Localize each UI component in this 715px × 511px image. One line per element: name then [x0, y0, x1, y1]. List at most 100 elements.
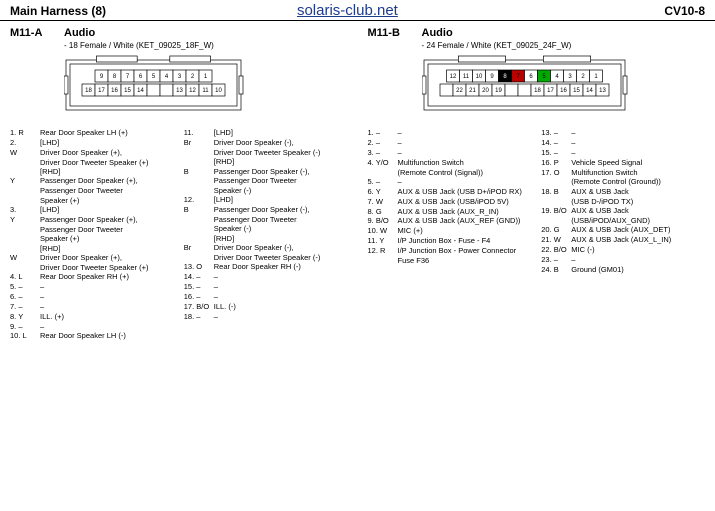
pin-desc-continuation: Driver Door Tweeter Speaker (+): [40, 158, 176, 167]
svg-text:18: 18: [85, 88, 92, 94]
svg-text:17: 17: [98, 88, 105, 94]
pin-desc-continuation: Passenger Door Tweeter: [214, 215, 350, 224]
pin-desc: MIC (-): [571, 245, 707, 254]
pin-row: 10. LRear Door Speaker LH (-): [10, 331, 176, 340]
pin-desc: –: [214, 292, 350, 301]
connector-a-pinlist: 1. RRear Door Speaker LH (+)2.[LHD] WDri…: [10, 128, 350, 341]
pin-desc: –: [571, 128, 707, 137]
pin-desc: –: [40, 322, 176, 331]
pin-desc-continuation: Fuse F36: [398, 256, 534, 265]
pin-number: 12.: [184, 195, 214, 204]
pin-number: Y: [10, 215, 40, 224]
pin-desc: –: [398, 138, 534, 147]
pin-row: 8. GAUX & USB Jack (AUX_R_IN): [368, 207, 534, 216]
pin-desc-continuation: Speaker (+): [40, 234, 176, 243]
pin-desc: [LHD]: [40, 205, 176, 214]
pin-row: 18. BAUX & USB Jack: [541, 187, 707, 196]
pin-desc-continuation: Driver Door Tweeter Speaker (-): [214, 148, 350, 157]
pin-desc: Driver Door Speaker (+),: [40, 253, 176, 262]
pin-number: 20. G: [541, 225, 571, 234]
pin-row: 5. ––: [368, 177, 534, 186]
pin-desc: ILL. (+): [40, 312, 176, 321]
pin-desc: –: [571, 138, 707, 147]
svg-text:15: 15: [573, 88, 580, 94]
pin-desc: MIC (+): [398, 226, 534, 235]
pin-row: 5. ––: [10, 282, 176, 291]
pin-row: 22. B/OMIC (-): [541, 245, 707, 254]
svg-text:13: 13: [599, 88, 606, 94]
pin-row: BPassenger Door Speaker (-),: [184, 167, 350, 176]
pin-desc-continuation: Passenger Door Tweeter: [40, 186, 176, 195]
pin-desc: –: [571, 148, 707, 157]
pin-number: 8. G: [368, 207, 398, 216]
pin-number: 17. O: [541, 168, 571, 177]
pin-row: 9. B/OAUX & USB Jack (AUX_REF (GND)): [368, 216, 534, 225]
pin-number: 7. W: [368, 197, 398, 206]
connector-a-header: M11-A Audio: [10, 27, 350, 39]
connector-a-pins-left: 1. RRear Door Speaker LH (+)2.[LHD] WDri…: [10, 128, 176, 341]
svg-text:11: 11: [462, 74, 469, 80]
pin-desc-continuation: (USB/iPOD/AUX_GND): [571, 216, 707, 225]
pin-desc: –: [398, 177, 534, 186]
pin-row: 2.[LHD]: [10, 138, 176, 147]
pin-row: YPassenger Door Speaker (+),: [10, 215, 176, 224]
pin-row: 9. ––: [10, 322, 176, 331]
svg-text:22: 22: [456, 88, 463, 94]
pin-number: 16. –: [184, 292, 214, 301]
svg-text:10: 10: [475, 74, 482, 80]
pin-row: 2. ––: [368, 138, 534, 147]
pin-desc: Rear Door Speaker LH (+): [40, 128, 176, 137]
pin-row: 4. LRear Door Speaker RH (+): [10, 272, 176, 281]
pin-desc-continuation: Driver Door Tweeter Speaker (+): [40, 263, 176, 272]
pin-desc-continuation: Driver Door Tweeter Speaker (-): [214, 253, 350, 262]
pin-desc-continuation: [RHD]: [214, 157, 350, 166]
pin-number: 19. B/O: [541, 206, 571, 215]
pin-desc: –: [40, 302, 176, 311]
pin-desc: AUX & USB Jack (AUX_R_IN): [398, 207, 534, 216]
pin-desc: Rear Door Speaker LH (-): [40, 331, 176, 340]
pin-row: 6. YAUX & USB Jack (USB D+/iPOD RX): [368, 187, 534, 196]
pin-row: 7. ––: [10, 302, 176, 311]
pin-row: 3.[LHD]: [10, 205, 176, 214]
pin-desc: Ground (GM01): [571, 265, 707, 274]
connector-b-panel: M11-B Audio - 24 Female / White (KET_090…: [358, 21, 715, 508]
pin-row: 17. B/OILL. (-): [184, 302, 350, 311]
svg-text:10: 10: [215, 88, 222, 94]
pin-desc-continuation: [RHD]: [40, 167, 176, 176]
pin-desc-continuation: Passenger Door Tweeter: [40, 225, 176, 234]
pin-number: 11. Y: [368, 236, 398, 245]
pin-row: 15. ––: [541, 148, 707, 157]
svg-text:13: 13: [176, 88, 183, 94]
connector-a-id: M11-A: [10, 27, 52, 39]
pin-row: 15. ––: [184, 282, 350, 291]
pin-desc: Multifunction Switch: [571, 168, 707, 177]
pin-desc-continuation: [RHD]: [214, 234, 350, 243]
pin-desc: I/P Junction Box - Power Connector: [398, 246, 534, 255]
connector-b-pins-left: 1. ––2. ––3. ––4. Y/OMultifunction Switc…: [368, 128, 534, 275]
pin-row: 14. ––: [541, 138, 707, 147]
svg-text:21: 21: [469, 88, 476, 94]
pin-number: 16. P: [541, 158, 571, 167]
pin-number: 12. R: [368, 246, 398, 255]
page-number: CV10-8: [664, 4, 705, 18]
pin-row: 3. ––: [368, 148, 534, 157]
pin-number: 5. –: [10, 282, 40, 291]
connector-b-diagram: 12111098765432122212019181716151413: [422, 54, 631, 120]
pin-desc-continuation: (USB D-/iPOD TX): [571, 197, 707, 206]
pin-row: 18. ––: [184, 312, 350, 321]
svg-text:15: 15: [124, 88, 131, 94]
pin-row: 23. ––: [541, 255, 707, 264]
pin-desc: –: [214, 272, 350, 281]
pin-desc: –: [214, 312, 350, 321]
pin-desc: –: [40, 292, 176, 301]
svg-text:19: 19: [495, 88, 502, 94]
pin-number: 24. B: [541, 265, 571, 274]
pin-row: YPassenger Door Speaker (+),: [10, 176, 176, 185]
pin-desc: AUX & USB Jack (AUX_REF (GND)): [398, 216, 534, 225]
pin-desc: AUX & USB Jack: [571, 206, 707, 215]
pin-desc: ILL. (-): [214, 302, 350, 311]
connector-b-id: M11-B: [368, 27, 410, 39]
pin-row: 13. ORear Door Speaker RH (-): [184, 262, 350, 271]
pin-number: 21. W: [541, 235, 571, 244]
connector-b-header: M11-B Audio: [368, 27, 708, 39]
